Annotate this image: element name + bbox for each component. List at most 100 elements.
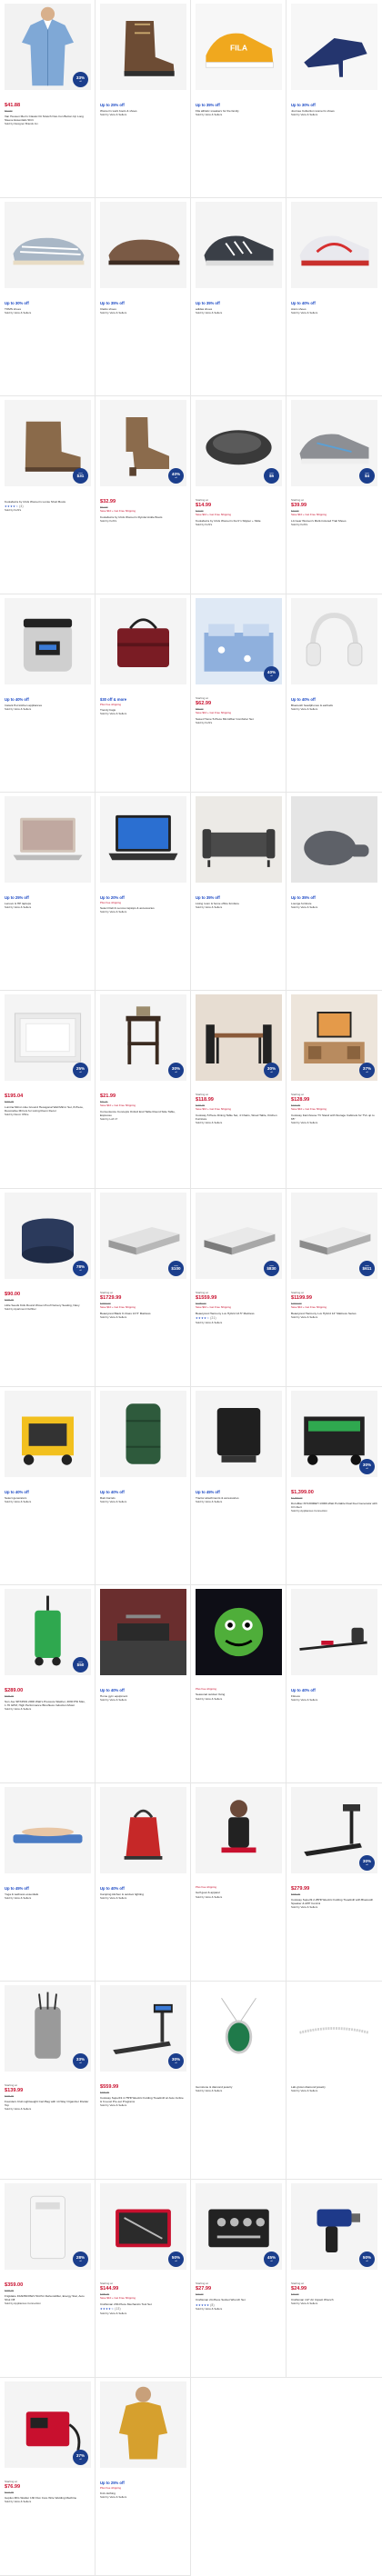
product-title-link[interactable]: Costway Farmhouse TV Stand with Storage … [291, 1113, 377, 1121]
product-title[interactable]: Knit clothing [100, 2491, 116, 2495]
product-image[interactable] [5, 1787, 91, 1873]
product-title-link[interactable]: Beautyrest Harmony Lux Hybrid 13.5" Matt… [196, 1312, 281, 1315]
product-image[interactable]: save $830 [196, 1193, 282, 1279]
product-image[interactable]: save $100 [100, 1193, 186, 1279]
product-card[interactable]: 45% off Starting at $27.99 $49.99 Craftsman 2… [191, 2180, 286, 2378]
product-card[interactable]: Up to 30% off TOMS shoes Sold by Vans & Se… [0, 198, 96, 396]
product-image[interactable]: save $5 [196, 400, 282, 486]
product-title[interactable]: Craftsman 24-Piece Socket Wrench Set [196, 2298, 246, 2301]
product-image[interactable]: 30% off [291, 1391, 377, 1477]
product-card[interactable]: 37% off Starting at $76.99 $121.99 Goplus MIG… [0, 2378, 96, 2576]
product-card[interactable]: 30% off $21.99 $31.41 Save $10 + Get Free Sh… [96, 991, 191, 1189]
product-title[interactable]: Convenience Concepts Oxford End Table Ro… [100, 1110, 176, 1117]
product-title[interactable]: Seasonal outdoor living [196, 1692, 225, 1696]
product-image[interactable]: 33% off [5, 1985, 91, 2072]
product-card[interactable]: Up to 40% off Select generators Sold by Va… [0, 1387, 96, 1585]
product-title[interactable]: Gemstone & diamond jewelry [196, 2085, 232, 2089]
product-image[interactable] [291, 796, 377, 883]
product-title-link[interactable]: Goplus MIG Welder 130 Flux Core Wire Wel… [5, 2496, 90, 2500]
product-card[interactable]: Up to 45% off Yoga & wellness essentials S… [0, 1783, 96, 1982]
product-image[interactable]: 30% off [291, 1787, 377, 1873]
product-title[interactable]: Founders Club Lightweight Cart Bag with … [5, 2100, 88, 2107]
product-card[interactable]: 40% off $32.99 $54.99 Save $10 + Get Free Sh… [96, 396, 191, 594]
product-title-link[interactable]: Costway Superfit 2.25HP Electric Folding… [291, 1898, 377, 1905]
product-image[interactable]: save $611 [291, 1193, 377, 1279]
product-title-link[interactable]: Golf gear & apparel [196, 1891, 281, 1894]
product-title[interactable]: Lumina Mirror-Like Ground Hexagonal Wall… [5, 1105, 84, 1113]
product-title[interactable]: Craftsman 230-Piece Mechanics Tool Set [100, 2302, 152, 2306]
product-image[interactable] [100, 4, 186, 90]
product-card[interactable]: 50% off Starting at $24.99 $49.99 Craftsman 1… [286, 2180, 382, 2378]
product-image[interactable] [291, 4, 377, 90]
product-title[interactable]: DuroMax XP13000EH 13000-Watt Portable Du… [291, 1502, 377, 1509]
product-card[interactable]: 37% off Starting at $128.99 $204.99 Save $10 … [286, 991, 382, 1189]
product-image[interactable] [100, 1589, 186, 1675]
product-image[interactable]: 28% off [5, 2183, 91, 2270]
product-card[interactable]: 25% off $195.04 $260.05 Lumina Mirror-Like G… [0, 991, 96, 1189]
product-card[interactable]: Up to 45% off Tractor attachments & acces… [191, 1387, 286, 1585]
product-card[interactable]: Up to 35% off Lounge furniture Sold by Van… [286, 793, 382, 991]
product-title[interactable]: Costway 5 Piece Dining Table Set, 4 Chai… [196, 1113, 277, 1121]
product-card[interactable]: 33% off Starting at $139.99 $209.99 Founders … [0, 1982, 96, 2180]
product-card[interactable]: Up to 40% off Fitness Sold by Vans & Selle… [286, 1585, 382, 1783]
product-card[interactable]: FILA Up to 35% off Fila athletic sneakers … [191, 0, 286, 198]
product-title-link[interactable]: Lumina Mirror-Like Ground Hexagonal Wall… [5, 1105, 90, 1113]
product-image[interactable]: 30% off [100, 994, 186, 1081]
product-title[interactable]: Costway Farmhouse TV Stand with Storage … [291, 1113, 375, 1121]
product-card[interactable]: $30 off & more Plus free shipping Trendy b… [96, 594, 191, 793]
product-card[interactable]: Plus free shipping Seasonal outdoor livin… [191, 1585, 286, 1783]
product-title-link[interactable]: Koolaburra by UGG Women's Lomie Short Bo… [5, 500, 90, 504]
product-title[interactable]: Golf gear & apparel [196, 1891, 220, 1894]
product-card[interactable]: 30% off $559.99 $799.99 Costway SuperFit 4.7… [96, 1982, 191, 2180]
product-card[interactable]: 28% off $359.00 $499.00 Frigidaire FFAD5033W… [0, 2180, 96, 2378]
product-title[interactable]: Costway Superfit 2.25HP Electric Folding… [291, 1898, 373, 1905]
product-image[interactable]: save $4 [291, 400, 377, 486]
product-title[interactable]: Costway SuperFit 4.75HP Electric Folding… [100, 2096, 184, 2103]
product-image[interactable]: 45% off [196, 2183, 282, 2270]
product-card[interactable]: Lab-grown diamond jewelry Sold by Vans & … [286, 1982, 382, 2180]
product-card[interactable]: 78% off $90.00 $409.00 Little Seeds Kids Rou… [0, 1189, 96, 1387]
product-title-link[interactable]: Van Heusen Men's Classic Fit Stretch Non… [5, 115, 90, 122]
product-image[interactable] [100, 1787, 186, 1873]
product-title[interactable]: Goplus MIG Welder 130 Flux Core Wire Wel… [5, 2496, 76, 2500]
product-image[interactable] [291, 1589, 377, 1675]
product-image[interactable]: 33% off [5, 4, 91, 90]
product-card[interactable]: Plus free shipping Golf gear & apparel Sol… [191, 1783, 286, 1982]
product-image[interactable] [5, 1391, 91, 1477]
product-image[interactable] [100, 202, 186, 288]
product-image[interactable]: 30% off [196, 994, 282, 1081]
product-title[interactable]: Frigidaire FFAD5033W1 50-Pint Dehumidifi… [5, 2294, 85, 2301]
product-card[interactable]: Up to 25% off Lenovo & HP laptops Sold by … [0, 793, 96, 991]
product-card[interactable]: Up to 40% off Asics shoes Sold by Vans & S… [286, 198, 382, 396]
product-image[interactable]: save $31 [5, 400, 91, 486]
product-image[interactable] [196, 1589, 282, 1675]
product-image[interactable]: 37% off [291, 994, 377, 1081]
product-card[interactable]: save $50 $289.00 $339.00 Sun Joe SPX4501 200… [0, 1585, 96, 1783]
product-title-link[interactable]: Costway 5 Piece Dining Table Set, 4 Chai… [196, 1113, 281, 1121]
product-title-link[interactable]: Convenience Concepts Oxford End Table Ro… [100, 1110, 186, 1117]
product-card[interactable]: 30% off Starting at $118.99 $169.99 Save $10 … [191, 991, 286, 1189]
product-card[interactable]: Up to 20% off Plus free shipping Select De… [96, 793, 191, 991]
product-card[interactable]: Up to 40% off Home gym equipment Sold by V… [96, 1585, 191, 1783]
product-card[interactable]: save $31 Koolaburra by UGG Women's Lomie S… [0, 396, 96, 594]
product-image[interactable]: 50% off [291, 2183, 377, 2270]
product-image[interactable] [196, 796, 282, 883]
product-card[interactable]: Up to 40% off Rain barrels Sold by Vans & … [96, 1387, 191, 1585]
product-title-link[interactable]: Sun Joe SPX4501 2000 Watt's Pressure Was… [5, 1700, 90, 1707]
product-image[interactable]: 78% off [5, 1193, 91, 1279]
product-title-link[interactable]: Craftsman 24-Piece Socket Wrench Set [196, 2298, 281, 2301]
product-title-link[interactable]: Knit clothing [100, 2491, 186, 2495]
product-image[interactable] [5, 598, 91, 684]
product-card[interactable]: Up to 40% off Camping kitchen & outdoor l… [96, 1783, 191, 1982]
product-title-link[interactable]: Craftsman 230-Piece Mechanics Tool Set [100, 2302, 186, 2306]
product-card[interactable]: 33% off $41.88 $62.50 Van Heusen Men's Class… [0, 0, 96, 198]
product-card[interactable]: save $830 Starting at $1559.99 $2389.99 Save … [191, 1189, 286, 1387]
product-card[interactable]: Up to 40% off Bluetooth headphones & earb… [286, 594, 382, 793]
product-image[interactable]: 50% off [100, 2183, 186, 2270]
product-card[interactable]: 40% off Starting at $62.99 $89.99 Save $10 + … [191, 594, 286, 793]
product-image[interactable] [196, 202, 282, 288]
product-image[interactable] [100, 796, 186, 883]
product-card[interactable]: 30% off $1,399.00 $1,999.00 DuroMax XP13000E… [286, 1387, 382, 1585]
product-image[interactable] [196, 1391, 282, 1477]
product-card[interactable]: save $4 Starting at $39.99 $43.99 Save $10 + … [286, 396, 382, 594]
